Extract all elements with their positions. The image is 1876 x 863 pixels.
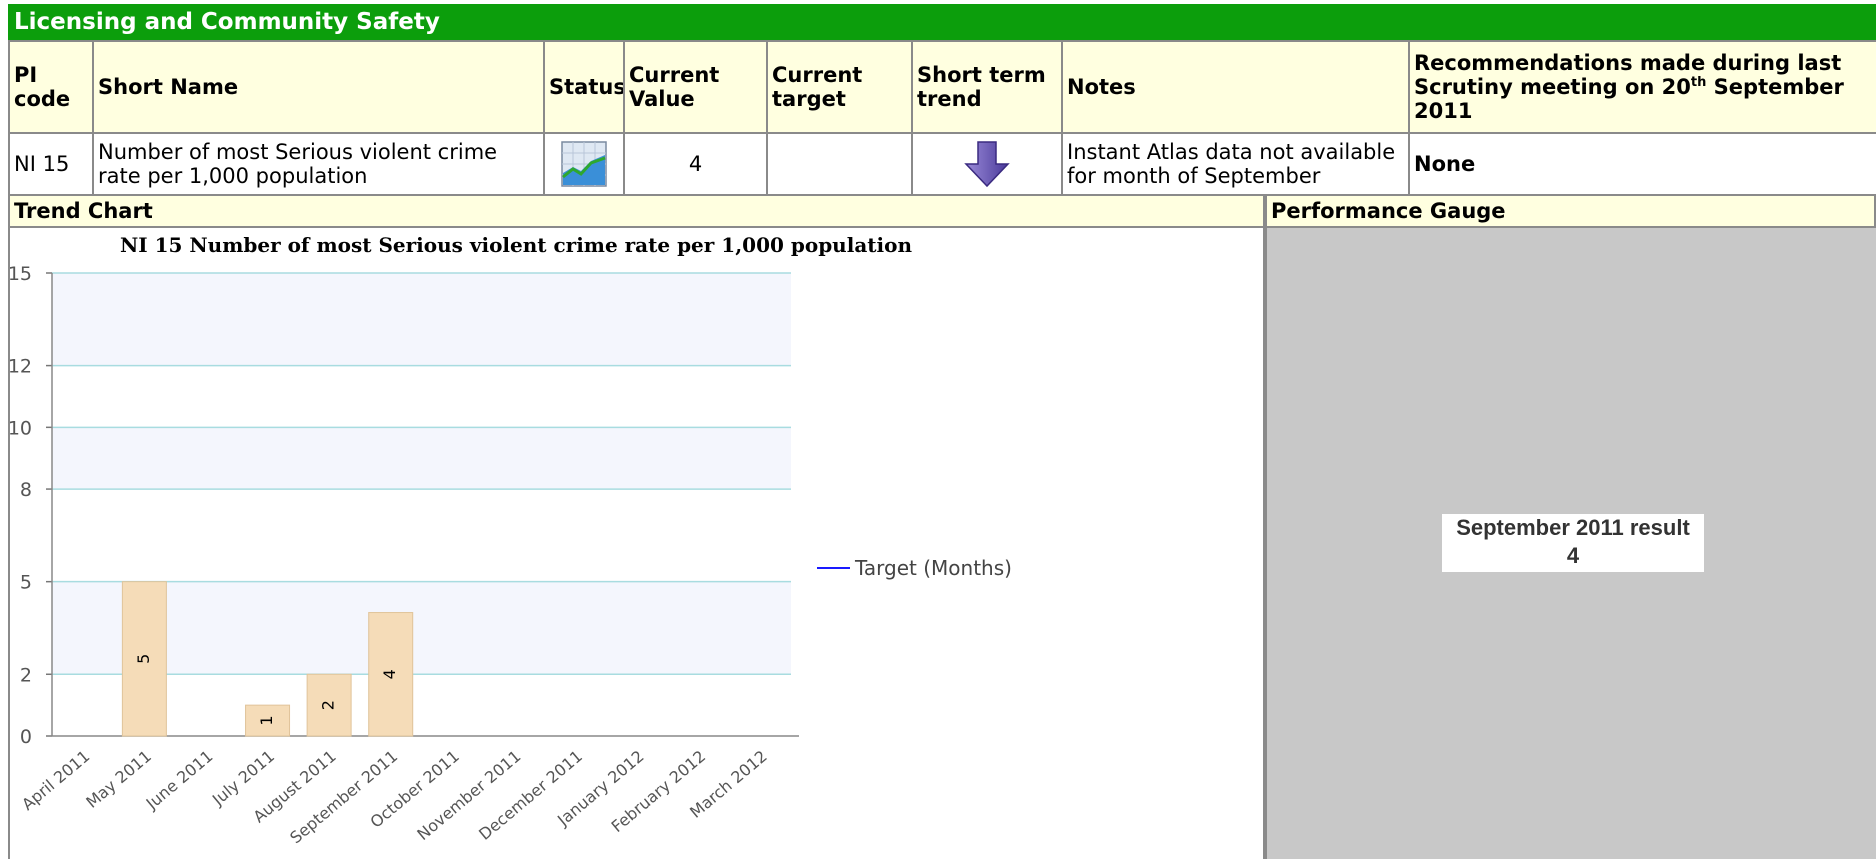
chart-status-icon[interactable] <box>561 141 607 187</box>
bar-data-label: 2 <box>319 700 338 710</box>
section-title: Licensing and Community Safety <box>8 4 1876 40</box>
pi-table: PI code Short Name Status Current Value … <box>8 40 1876 196</box>
bar-data-label: 1 <box>257 715 276 725</box>
header-recommendations-sup: th <box>1690 75 1707 90</box>
bar-data-label: 4 <box>380 669 399 679</box>
cell-pi-code: NI 15 <box>8 132 94 196</box>
y-tick-label: 12 <box>10 356 32 378</box>
table-header-row: PI code Short Name Status Current Value … <box>8 40 1876 134</box>
y-tick-label: 10 <box>10 417 32 439</box>
cell-notes: Instant Atlas data not available for mon… <box>1061 132 1410 196</box>
cell-short-name: Number of most Serious violent crime rat… <box>92 132 545 196</box>
chart-band <box>52 427 791 490</box>
x-tick-label: November 2011 <box>413 747 524 845</box>
x-tick-label: December 2011 <box>475 747 586 844</box>
y-tick-label: 2 <box>20 664 32 686</box>
cell-short-term-trend <box>911 132 1063 196</box>
arrow-down-icon <box>964 140 1010 188</box>
trend-chart: NI 15 Number of most Serious violent cri… <box>8 233 1012 848</box>
chart-band <box>52 273 791 366</box>
bar-data-label: 5 <box>134 654 153 664</box>
chart-title: NI 15 Number of most Serious violent cri… <box>120 233 912 257</box>
x-tick-label: May 2011 <box>82 747 155 812</box>
x-tick-label: June 2011 <box>142 747 217 814</box>
header-status: Status <box>543 40 625 134</box>
header-current-value: Current Value <box>623 40 768 134</box>
gauge-result-label: September 2011 result <box>1456 515 1690 540</box>
report-page: Licensing and Community Safety PI code S… <box>0 0 1876 859</box>
x-tick-label: September 2011 <box>286 747 401 848</box>
header-short-name: Short Name <box>92 40 545 134</box>
trend-chart-header: Trend Chart <box>8 194 1265 228</box>
gauge-result-box: September 2011 result 4 <box>1442 514 1704 572</box>
trend-chart-panel: NI 15 Number of most Serious violent cri… <box>8 228 1265 859</box>
gauge-result-value: 4 <box>1566 543 1580 568</box>
cell-current-value: 4 <box>623 132 768 196</box>
table-row: NI 15 Number of most Serious violent cri… <box>8 132 1876 196</box>
header-current-target: Current target <box>766 40 913 134</box>
performance-gauge-header: Performance Gauge <box>1265 194 1876 228</box>
header-recommendations: Recommendations made during last Scrutin… <box>1408 40 1876 134</box>
legend-label-target: Target (Months) <box>854 556 1012 580</box>
performance-gauge-panel: September 2011 result 4 <box>1265 228 1876 859</box>
y-tick-label: 5 <box>20 572 32 594</box>
y-tick-label: 0 <box>20 726 32 748</box>
y-tick-label: 8 <box>20 479 32 501</box>
cell-recommendations: None <box>1408 132 1876 196</box>
header-notes: Notes <box>1061 40 1410 134</box>
header-pi-code: PI code <box>8 40 94 134</box>
cell-current-target <box>766 132 913 196</box>
cell-status <box>543 132 625 196</box>
x-tick-label: April 2011 <box>18 747 93 815</box>
y-tick-label: 15 <box>10 263 32 285</box>
header-short-term-trend: Short term trend <box>911 40 1063 134</box>
